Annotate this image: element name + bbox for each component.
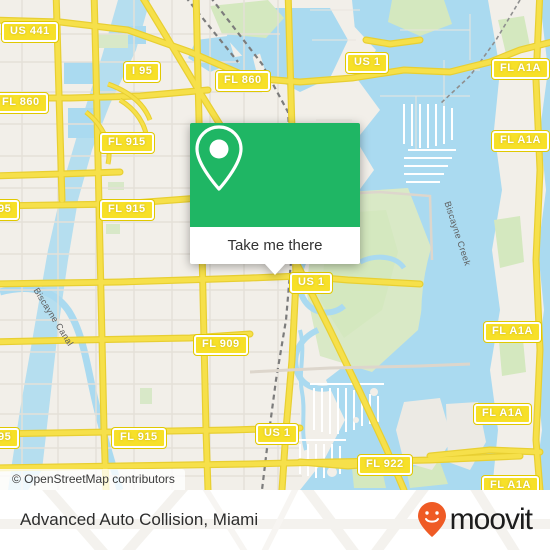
road-shield: FL 860 xyxy=(0,93,48,113)
moovit-logo[interactable]: moovit xyxy=(417,501,533,539)
take-me-there-label: Take me there xyxy=(227,237,323,254)
road-shield: I 95 xyxy=(124,62,161,82)
road-shield: FL 909 xyxy=(194,335,248,355)
osm-attribution: © OpenStreetMap contributors xyxy=(0,469,185,490)
road-shield: FL 915 xyxy=(112,428,166,448)
moovit-wordmark: moovit xyxy=(449,503,533,536)
road-shield: FL A1A xyxy=(492,59,549,79)
popup-tail xyxy=(264,263,286,275)
take-me-there-button[interactable]: Take me there xyxy=(190,227,360,264)
road-shield: FL A1A xyxy=(484,322,541,342)
road-shield: FL 915 xyxy=(100,133,154,153)
road-shield: FL A1A xyxy=(492,131,549,151)
road-shield: FL A1A xyxy=(474,404,531,424)
map-canvas[interactable]: US 441 I 95 FL 860 US 1 FL A1A FL 860 FL… xyxy=(0,0,550,490)
moovit-pin-icon xyxy=(417,502,446,537)
road-shield: 95 xyxy=(0,428,20,448)
map-screenshot: US 441 I 95 FL 860 US 1 FL A1A FL 860 FL… xyxy=(0,0,550,550)
road-shield: US 1 xyxy=(290,273,333,293)
road-shield: FL 915 xyxy=(100,200,154,220)
map-pin-icon xyxy=(195,125,243,191)
road-shield: FL 922 xyxy=(358,455,412,475)
footer-bar: Advanced Auto Collision, Miami moovit xyxy=(0,490,550,550)
road-shield: US 1 xyxy=(256,424,299,444)
road-shield: 95 xyxy=(0,200,20,220)
popup-header xyxy=(190,123,360,227)
road-shield: US 1 xyxy=(346,53,389,73)
road-shield: FL A1A xyxy=(482,476,539,490)
road-shield: US 441 xyxy=(2,22,58,42)
road-shield: FL 860 xyxy=(216,71,270,91)
location-popup[interactable]: Take me there xyxy=(190,123,360,275)
place-title: Advanced Auto Collision, Miami xyxy=(20,510,259,529)
